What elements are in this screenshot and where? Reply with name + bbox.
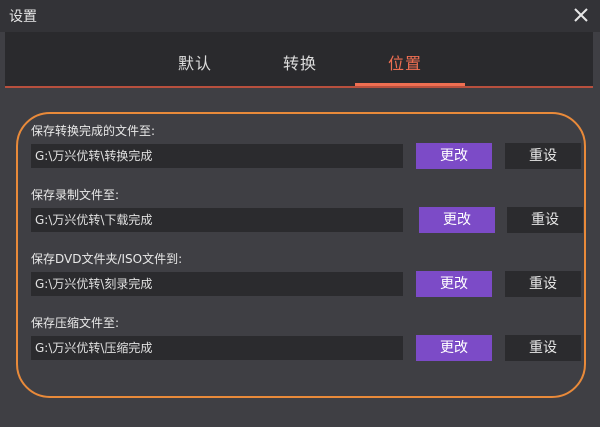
dvd-change-button[interactable]: 更改 (416, 271, 492, 297)
settings-window: 设置 默认 转换 位置 保存转换完成的文件至: G:\万兴优转\转换完成 更改 … (0, 0, 600, 427)
tab-default[interactable]: 默认 (145, 50, 245, 74)
dvd-folder-label: 保存DVD文件夹/ISO文件到: (31, 252, 183, 266)
dvd-reset-button[interactable]: 重设 (505, 271, 581, 297)
recording-change-button[interactable]: 更改 (419, 207, 495, 233)
close-button[interactable] (570, 4, 592, 26)
compress-change-button[interactable]: 更改 (416, 335, 492, 361)
compress-reset-button[interactable]: 重设 (505, 335, 581, 361)
dvd-folder-path[interactable]: G:\万兴优转\刻录完成 (31, 272, 403, 296)
converted-change-button[interactable]: 更改 (416, 143, 492, 169)
compress-folder-label: 保存压缩文件至: (31, 316, 120, 330)
close-icon (574, 8, 588, 22)
recording-folder-label: 保存录制文件至: (31, 188, 120, 202)
compress-folder-path[interactable]: G:\万兴优转\压缩完成 (31, 336, 403, 360)
tab-bar: 默认 转换 位置 (5, 32, 593, 88)
converted-folder-label: 保存转换完成的文件至: (31, 124, 156, 138)
tab-location[interactable]: 位置 (355, 50, 455, 74)
window-title: 设置 (9, 9, 37, 25)
tab-convert[interactable]: 转换 (250, 50, 350, 74)
recording-folder-path[interactable]: G:\万兴优转\下载完成 (31, 208, 403, 232)
recording-reset-button[interactable]: 重设 (507, 207, 583, 233)
converted-folder-path[interactable]: G:\万兴优转\转换完成 (31, 144, 403, 168)
title-bar: 设置 (0, 0, 600, 32)
converted-reset-button[interactable]: 重设 (505, 143, 581, 169)
tab-bar-divider (5, 86, 593, 88)
